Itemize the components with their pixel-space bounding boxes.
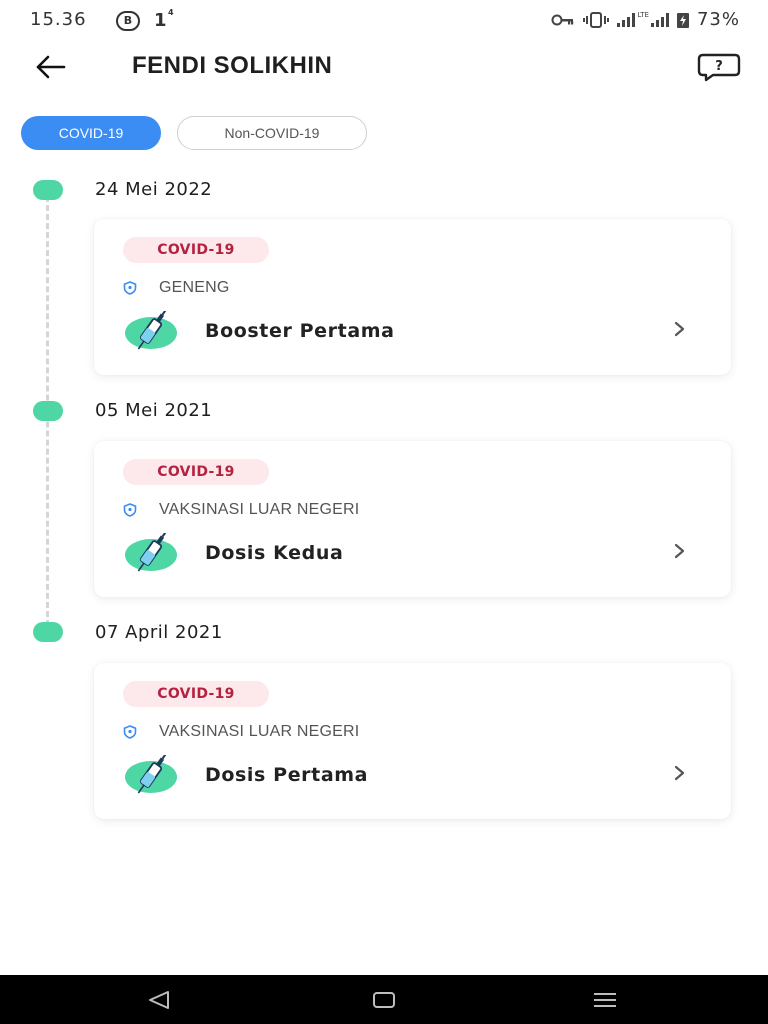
syringe-icon [125, 755, 177, 794]
syringe-icon [125, 311, 177, 350]
dose-row: Dosis Kedua [125, 533, 343, 573]
arrow-left-icon [36, 55, 66, 79]
notification-sup: 4 [167, 8, 174, 17]
signal-icon-2 [650, 12, 669, 27]
category-badge: COVID-19 [123, 237, 269, 263]
battery-percentage: 73% [696, 9, 740, 30]
category-badge: COVID-19 [123, 681, 269, 707]
chevron-right-icon [674, 765, 685, 781]
vaccine-type-tabs: COVID-19 Non-COVID-19 [21, 116, 367, 150]
location-pin-icon [123, 725, 137, 739]
timeline-dot [33, 180, 63, 200]
vaccine-record-card[interactable]: COVID-19 VAKSINASI LUAR NEGERI Dosis Ked… [94, 441, 731, 597]
signal-icon [617, 12, 636, 27]
dose-label: Dosis Pertama [205, 764, 369, 786]
b-notification-icon: B [116, 10, 140, 31]
vaccine-record-card[interactable]: COVID-19 VAKSINASI LUAR NEGERI Dosis Per… [94, 663, 731, 819]
tab-non-covid-19[interactable]: Non-COVID-19 [177, 116, 367, 150]
dose-row: Booster Pertama [125, 311, 395, 351]
timeline-dot [33, 401, 63, 421]
record-date: 07 April 2021 [95, 622, 223, 643]
status-left-icons: B 14 [116, 8, 174, 31]
status-bar: 15.36 B 14 LTE 73% [0, 0, 768, 40]
status-right-icons: LTE 73% [551, 9, 740, 30]
help-button[interactable]: ? [697, 52, 741, 82]
location-text: VAKSINASI LUAR NEGERI [159, 501, 360, 518]
home-square-icon[interactable] [371, 989, 397, 1011]
location-text: GENENG [159, 279, 230, 296]
syringe-icon [125, 533, 177, 572]
lte-label: LTE [637, 10, 649, 19]
back-button[interactable] [30, 50, 70, 84]
location-pin-icon [123, 503, 137, 517]
chevron-right-icon [674, 321, 685, 337]
record-date: 24 Mei 2022 [95, 179, 213, 200]
back-triangle-icon[interactable] [146, 989, 172, 1011]
tab-covid-19[interactable]: COVID-19 [21, 116, 161, 150]
vibrate-icon [583, 11, 610, 28]
location-pin-icon [123, 281, 137, 295]
help-chat-icon: ? [697, 53, 741, 82]
vaccine-record-card[interactable]: COVID-19 GENENG Booster Pertama [94, 219, 731, 375]
location-row: VAKSINASI LUAR NEGERI [123, 501, 359, 519]
app-header: FENDI SOLIKHIN ? [0, 40, 768, 96]
dose-row: Dosis Pertama [125, 755, 368, 795]
status-time: 15.36 [30, 9, 87, 30]
page-title: FENDI SOLIKHIN [132, 52, 333, 79]
record-date: 05 Mei 2021 [95, 400, 213, 421]
menu-lines-icon[interactable] [592, 989, 618, 1011]
battery-charging-icon [676, 12, 689, 28]
system-nav-bar [0, 975, 768, 1024]
location-text: VAKSINASI LUAR NEGERI [159, 723, 360, 740]
category-badge: COVID-19 [123, 459, 269, 485]
vpn-key-icon [551, 14, 574, 25]
location-row: GENENG [123, 279, 230, 297]
chevron-right-icon [674, 543, 685, 559]
notification-count: 1 [154, 10, 167, 31]
dose-label: Booster Pertama [205, 320, 395, 342]
notification-count-icon: 14 [154, 8, 174, 31]
dose-label: Dosis Kedua [205, 542, 344, 564]
timeline-dot [33, 622, 63, 642]
location-row: VAKSINASI LUAR NEGERI [123, 723, 359, 741]
svg-text:?: ? [715, 59, 723, 74]
